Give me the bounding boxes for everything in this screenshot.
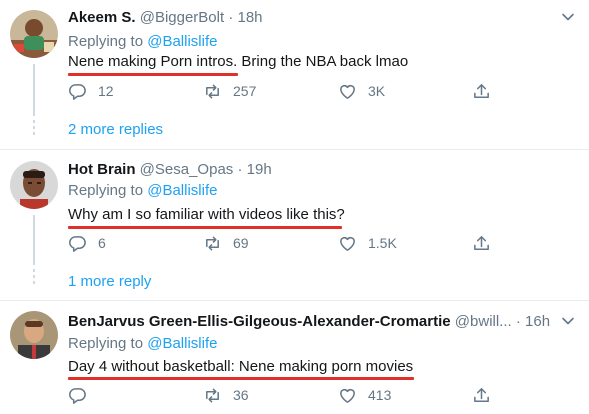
- share-icon: [474, 83, 489, 98]
- like-count: 3K: [368, 83, 386, 99]
- reply-icon: [69, 235, 86, 252]
- replying-to: Replying to @Ballislife: [68, 334, 217, 354]
- user-handle[interactable]: @BiggerBolt: [140, 9, 224, 26]
- share-button[interactable]: [472, 385, 491, 405]
- replying-to: Replying to @Ballislife: [68, 181, 217, 201]
- like-icon: [340, 84, 355, 99]
- separator-dot: ·: [515, 313, 521, 330]
- replying-to-handle[interactable]: @Ballislife: [147, 182, 217, 199]
- chevron-down-icon[interactable]: [561, 10, 575, 24]
- retweet-button[interactable]: 69: [203, 233, 249, 253]
- show-more-replies-link[interactable]: 1 more reply: [68, 272, 151, 292]
- reply-button[interactable]: [68, 385, 98, 405]
- share-button[interactable]: [472, 81, 491, 101]
- reply-button[interactable]: 12: [68, 81, 114, 101]
- highlight-underline: [68, 377, 414, 380]
- share-icon: [474, 387, 489, 402]
- thread-dots: [32, 120, 36, 138]
- avatar[interactable]: [10, 161, 58, 209]
- display-name[interactable]: Akeem S.: [68, 9, 136, 26]
- replying-to-label: Replying to: [68, 335, 144, 352]
- thread-line: [33, 215, 35, 265]
- timestamp[interactable]: 19h: [247, 161, 272, 178]
- show-more-replies-link[interactable]: 2 more replies: [68, 120, 163, 140]
- reply-button[interactable]: 6: [68, 233, 106, 253]
- separator-dot: ·: [237, 161, 243, 178]
- chevron-down-icon[interactable]: [561, 314, 575, 328]
- like-button[interactable]: 3K: [338, 81, 385, 101]
- highlight-underline: [68, 226, 342, 229]
- avatar[interactable]: [10, 10, 58, 58]
- like-button[interactable]: 1.5K: [338, 233, 397, 253]
- replying-to-label: Replying to: [68, 33, 144, 50]
- tweet-text: Why am I so familiar with videos like th…: [68, 206, 345, 223]
- separator-dot: ·: [228, 9, 234, 26]
- tweet-text: Nene making Porn intros. Bring the NBA b…: [68, 53, 409, 70]
- retweet-count: 69: [233, 235, 249, 251]
- retweet-icon: [206, 236, 219, 250]
- retweet-count: 36: [233, 387, 249, 403]
- thread-dots: [32, 269, 36, 287]
- highlight-underline: [68, 73, 238, 76]
- retweet-icon: [206, 388, 219, 402]
- tweet-header: Hot Brain @Sesa_Opas · 19h: [68, 160, 272, 180]
- tweet-header: BenJarvus Green-Ellis-Gilgeous-Alexander…: [68, 312, 550, 332]
- like-count: 1.5K: [368, 235, 397, 251]
- user-handle[interactable]: @Sesa_Opas: [140, 161, 234, 178]
- display-name[interactable]: BenJarvus Green-Ellis-Gilgeous-Alexander…: [68, 313, 451, 330]
- user-handle[interactable]: @bwill...: [455, 313, 512, 330]
- replying-to: Replying to @Ballislife: [68, 32, 217, 52]
- avatar[interactable]: [10, 311, 58, 359]
- reply-count: 6: [98, 235, 106, 251]
- like-button[interactable]: 413: [338, 385, 391, 405]
- timestamp[interactable]: 18h: [238, 9, 263, 26]
- share-button[interactable]: [472, 233, 491, 253]
- replying-to-handle[interactable]: @Ballislife: [147, 33, 217, 50]
- divider: [0, 149, 589, 150]
- timestamp[interactable]: 16h: [525, 313, 550, 330]
- tweet-text: Day 4 without basketball: Nene making po…: [68, 358, 414, 375]
- retweet-icon: [206, 84, 219, 98]
- retweet-button[interactable]: 36: [203, 385, 249, 405]
- share-icon: [474, 235, 489, 250]
- divider: [0, 300, 589, 301]
- like-icon: [340, 236, 355, 251]
- retweet-count: 257: [233, 83, 257, 99]
- thread-line: [33, 64, 35, 116]
- reply-icon: [69, 83, 86, 100]
- display-name[interactable]: Hot Brain: [68, 161, 136, 178]
- like-icon: [340, 388, 355, 403]
- replying-to-label: Replying to: [68, 182, 144, 199]
- retweet-button[interactable]: 257: [203, 81, 256, 101]
- reply-icon: [69, 387, 86, 404]
- reply-count: 12: [98, 83, 114, 99]
- tweet-header: Akeem S. @BiggerBolt · 18h: [68, 8, 263, 28]
- replying-to-handle[interactable]: @Ballislife: [147, 335, 217, 352]
- like-count: 413: [368, 387, 392, 403]
